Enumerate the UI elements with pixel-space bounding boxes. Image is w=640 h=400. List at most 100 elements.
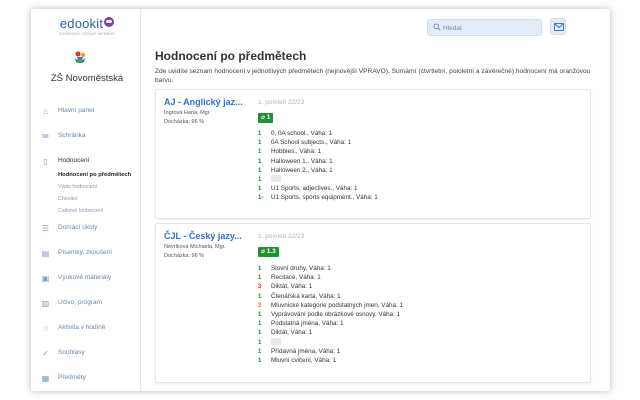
grade-description: Halloween 2., Váha: 1 xyxy=(271,166,333,174)
sidebar-item-aktivita[interactable]: ☝ Aktivita v hodině xyxy=(40,323,140,348)
page-intro: Zde uvidíte seznam hodnocení v jednotliv… xyxy=(155,68,591,84)
grade-row[interactable]: 1 xyxy=(258,174,378,184)
sidebar-item-label: Schránka xyxy=(58,132,86,139)
submenu-item-po-predmetech[interactable]: Hodnocení po předmětech xyxy=(58,169,140,181)
grade-description: Slovní druhy, Váha: 1 xyxy=(271,265,331,272)
sidebar-item-souhlasy[interactable]: ✓ Souhlasy xyxy=(40,348,140,373)
grade-row[interactable]: 1 Přídavná jména, Váha: 1 xyxy=(258,347,403,356)
grade-row[interactable]: 1 Slovní druhy, Váha: 1 xyxy=(258,264,403,273)
sidebar-item-label: Písemky, zkoušení xyxy=(58,249,113,256)
sidebar-item-schranka[interactable]: ✉ Schránka xyxy=(40,131,140,156)
subject-card: AJ - Anglický jaz... Ingrová Hana, Mgr. … xyxy=(155,89,591,219)
submenu-item-chovani[interactable]: Chování xyxy=(58,193,140,205)
grade-description: 0A School subjects., Váha: 1 xyxy=(271,139,352,147)
grade-description: Mluvnické kategorie podstatných jmen, Vá… xyxy=(271,301,403,309)
sidebar-item-pisemky[interactable]: ▤ Písemky, zkoušení xyxy=(40,248,140,273)
consent-icon: ✓ xyxy=(42,349,49,358)
brand-name: edookit xyxy=(59,16,104,31)
teacher-name: Nevrlková Michaela, Mgr. xyxy=(164,244,226,250)
messages-button[interactable] xyxy=(550,18,566,35)
grade-description-placeholder xyxy=(271,174,281,182)
sidebar-item-predmety[interactable]: ▦ Předměty xyxy=(40,373,140,391)
grade-description: Podstatná jména, Váha: 1 xyxy=(271,320,344,328)
envelope-icon xyxy=(554,23,564,31)
subject-card: ČJL - Český jazy... Nevrlková Michaela, … xyxy=(155,223,591,383)
grade-description: Čtenářská karta, Váha: 1 xyxy=(271,292,341,300)
edookit-logo[interactable]: edookit KOMENSKÝ GROUP MEMBER xyxy=(47,16,127,36)
grade-row[interactable]: 1 Vyprávování podle obrázkové osnovy, Váh… xyxy=(258,310,403,319)
grade-row[interactable]: 1 0, 0A school., Váha: 1 xyxy=(258,129,378,138)
sidebar-item-domaci-ukoly[interactable]: ☰ Domácí úkoly xyxy=(40,223,140,248)
grade-row[interactable]: 1- U1 Sports, sports equipment., Váha: 1 xyxy=(258,193,378,202)
search-icon xyxy=(433,23,441,31)
attendance: Docházka: 96 % xyxy=(164,119,205,125)
grade-row[interactable]: 1 Hobbies., Váha: 1 xyxy=(258,147,378,156)
sidebar-submenu: Hodnocení po předmětech Výpis hodnocení … xyxy=(58,169,140,217)
grade-list: 1 Slovní druhy, Váha: 1 1 Recitace, Váha: … xyxy=(258,264,403,365)
app-window: edookit KOMENSKÝ GROUP MEMBER ZŠ Novoměs… xyxy=(31,9,610,391)
school-name: ZŠ Novoměstská xyxy=(50,73,124,84)
homework-icon: ☰ xyxy=(41,224,50,233)
grade-description: Diktát, Váha: 1 xyxy=(271,329,313,337)
grade-row[interactable]: 1 Recitace, Váha: 1 xyxy=(258,273,403,282)
grade-description: Recitace, Váha: 1 xyxy=(271,274,321,282)
sidebar-item-vyukove-materialy[interactable]: ▣ Výukové materiály xyxy=(40,273,140,298)
period-label: 1. pololetí 22/23 xyxy=(258,99,305,106)
sidebar-item-label: Hlavní panel xyxy=(58,107,95,114)
subjects-icon: ▦ xyxy=(41,374,50,383)
grade-description: Hobbies., Váha: 1 xyxy=(271,148,322,156)
sidebar: edookit KOMENSKÝ GROUP MEMBER ZŠ Novoměs… xyxy=(31,9,141,391)
sidebar-item-label: Souhlasy xyxy=(58,349,85,356)
sidebar-item-label: Domácí úkoly xyxy=(58,224,98,231)
average-badge[interactable]: ⌀ 1.3 xyxy=(258,247,279,257)
brand-tagline: KOMENSKÝ GROUP MEMBER xyxy=(58,32,116,36)
search-input[interactable] xyxy=(443,22,538,34)
grade-value: 1 xyxy=(258,357,262,364)
grade-description: Diktát, Váha: 1 xyxy=(271,283,313,291)
attendance: Docházka: 96 % xyxy=(164,253,205,259)
grade-description: U1 Sports, sports equipment., Váha: 1 xyxy=(271,194,378,202)
grade-row[interactable]: 2 Mluvnické kategorie podstatných jmen, V… xyxy=(258,301,403,310)
grade-row[interactable]: 1 Čtenářská karta, Váha: 1 xyxy=(258,292,403,301)
grade-list: 1 0, 0A school., Váha: 1 1 0A School subje… xyxy=(258,129,378,203)
main-content: Hodnocení po předmětech Zde uvidíte sezn… xyxy=(155,49,595,85)
grade-row[interactable]: 1 xyxy=(258,337,403,347)
sidebar-item-label: Výukové materiály xyxy=(58,274,112,281)
exam-icon: ▤ xyxy=(41,249,50,258)
subject-name-link[interactable]: AJ - Anglický jaz... xyxy=(164,97,243,107)
subject-name-link[interactable]: ČJL - Český jazy... xyxy=(164,231,242,241)
grade-description: Vyprávování podle obrázkové osnovy, Váha… xyxy=(271,310,401,318)
school-logo-icon xyxy=(75,51,86,63)
teacher-name: Ingrová Hana, Mgr. xyxy=(164,110,211,116)
sidebar-item-hodnoceni[interactable]: ▯ Hodnocení Hodnocení po předmětech Výpi… xyxy=(40,156,140,223)
submenu-item-celkove[interactable]: Celkové hodnocení xyxy=(58,205,140,217)
sidebar-item-label: Hodnocení xyxy=(58,157,90,164)
average-badge[interactable]: ⌀ 1 xyxy=(258,113,274,123)
sidebar-item-hlavni-panel[interactable]: ⌂ Hlavní panel xyxy=(40,106,140,131)
grade-description: U1 Sports, adjectives., Váha: 1 xyxy=(271,185,358,193)
grade-row[interactable]: 1 Halloween 1., Váha: 1 xyxy=(258,157,378,166)
grade-row[interactable]: 3 Diktát, Váha: 1 xyxy=(258,282,403,291)
grade-description: Halloween 1., Váha: 1 xyxy=(271,157,333,165)
grade-description: Přídavná jména, Váha: 1 xyxy=(271,347,341,355)
sidebar-item-label: Aktivita v hodině xyxy=(58,324,106,331)
grade-description: Mluvní cvičení, Váha: 1 xyxy=(271,356,337,364)
page-title: Hodnocení po předmětech xyxy=(155,49,307,63)
sidebar-item-ucivo[interactable]: ▥ Učivo, program xyxy=(40,298,140,323)
grade-row[interactable]: 1 Mluvní cvičení, Váha: 1 xyxy=(258,356,403,365)
grade-row[interactable]: 1 Halloween 2., Váha: 1 xyxy=(258,166,378,175)
search-box[interactable] xyxy=(427,19,542,36)
grade-row[interactable]: 1 Podstatná jména, Váha: 1 xyxy=(258,319,403,328)
grade-row[interactable]: 1 Diktát, Váha: 1 xyxy=(258,328,403,337)
materials-icon: ▣ xyxy=(41,274,50,283)
grade-value: 1- xyxy=(258,195,264,202)
grade-row[interactable]: 1 U1 Sports, adjectives., Váha: 1 xyxy=(258,184,378,193)
sidebar-item-label: Učivo, program xyxy=(58,299,103,306)
grade-row[interactable]: 1 0A School subjects., Váha: 1 xyxy=(258,138,378,147)
book-icon: ▯ xyxy=(43,157,48,166)
activity-icon: ☝ xyxy=(43,324,48,333)
sidebar-menu: ⌂ Hlavní panel ✉ Schránka ▯ Hodnocení Ho… xyxy=(40,106,140,391)
owl-icon xyxy=(104,17,115,27)
submenu-item-vypis[interactable]: Výpis hodnocení xyxy=(58,181,140,193)
period-label: 1. pololetí 22/23 xyxy=(258,233,305,240)
